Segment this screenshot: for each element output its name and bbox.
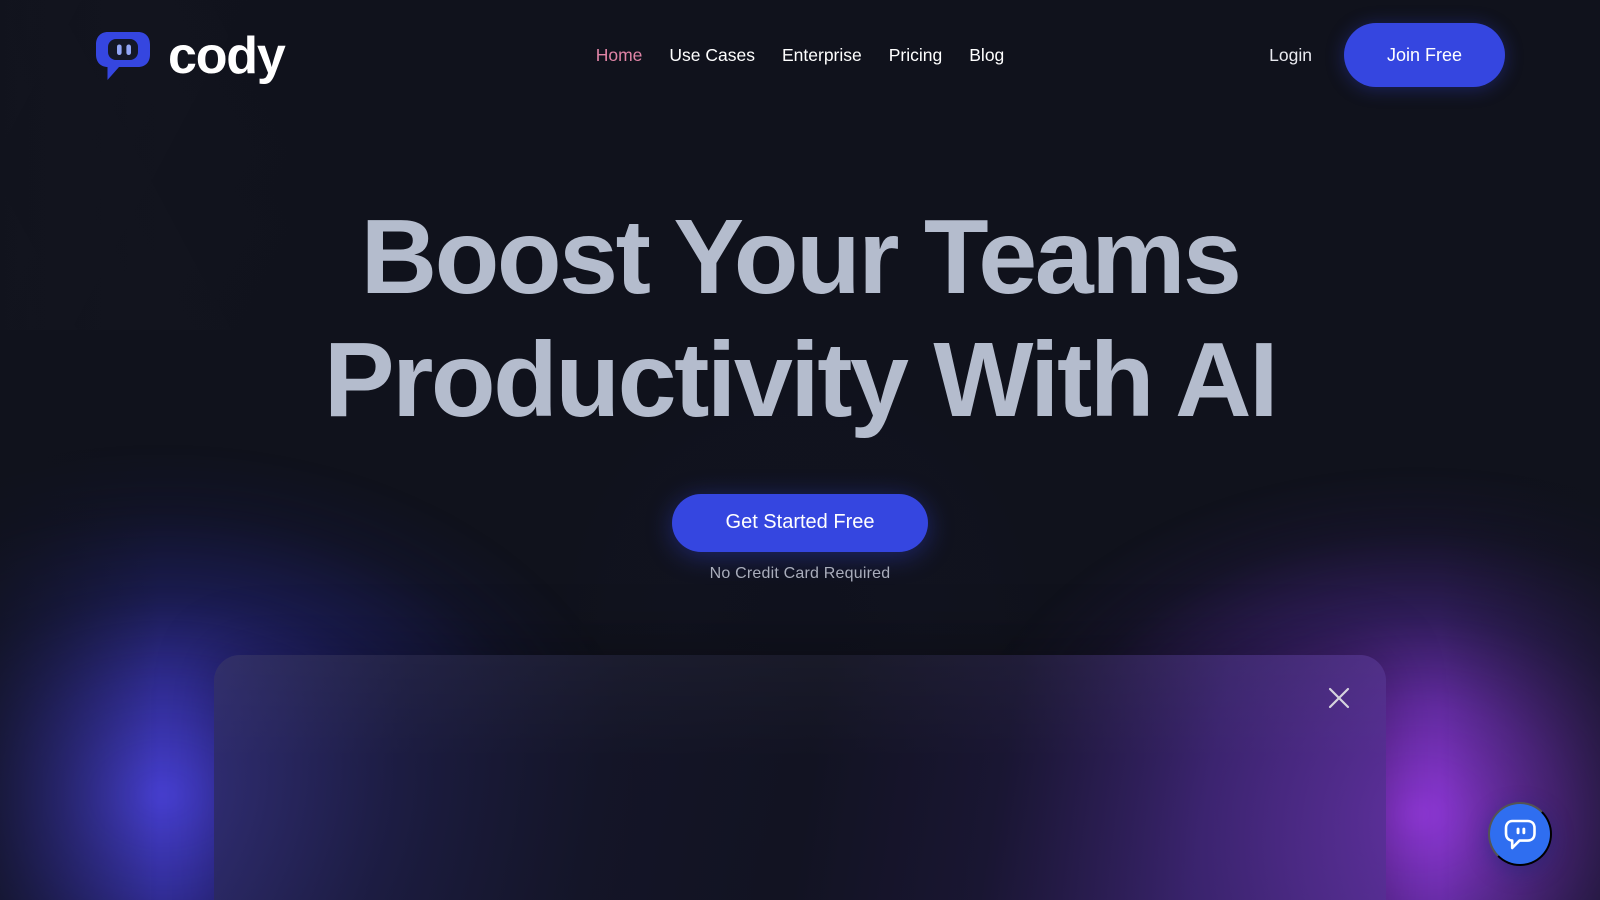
login-link[interactable]: Login	[1269, 45, 1312, 66]
cody-robot-speech-bubble-icon	[96, 32, 150, 80]
join-free-button[interactable]: Join Free	[1343, 23, 1505, 87]
logo-wordmark: cody	[168, 27, 286, 85]
landing-page: cody Home Use Cases Enterprise Pricing B…	[0, 0, 1600, 900]
nav-item-pricing[interactable]: Pricing	[889, 41, 943, 69]
nav-item-enterprise[interactable]: Enterprise	[782, 41, 862, 69]
nav-item-home[interactable]: Home	[596, 41, 643, 69]
get-started-free-button[interactable]: Get Started Free	[671, 493, 929, 552]
chat-widget-button[interactable]	[1488, 802, 1552, 866]
logo-link[interactable]: cody	[94, 27, 286, 85]
header-actions: Login Join Free	[1269, 23, 1505, 87]
site-header: cody Home Use Cases Enterprise Pricing B…	[0, 0, 1600, 112]
hero-headline: Boost Your Teams Productivity With AI	[323, 198, 1279, 439]
close-x-icon	[1328, 687, 1350, 709]
hero-media-card	[214, 655, 1386, 900]
cta-subtext: No Credit Card Required	[709, 564, 891, 582]
cody-chat-bot-icon	[1504, 819, 1536, 850]
nav-item-blog[interactable]: Blog	[969, 41, 1004, 69]
nav-item-use-cases[interactable]: Use Cases	[669, 41, 755, 69]
close-media-card-button[interactable]	[1322, 681, 1356, 715]
primary-nav: Home Use Cases Enterprise Pricing Blog	[596, 41, 1005, 69]
